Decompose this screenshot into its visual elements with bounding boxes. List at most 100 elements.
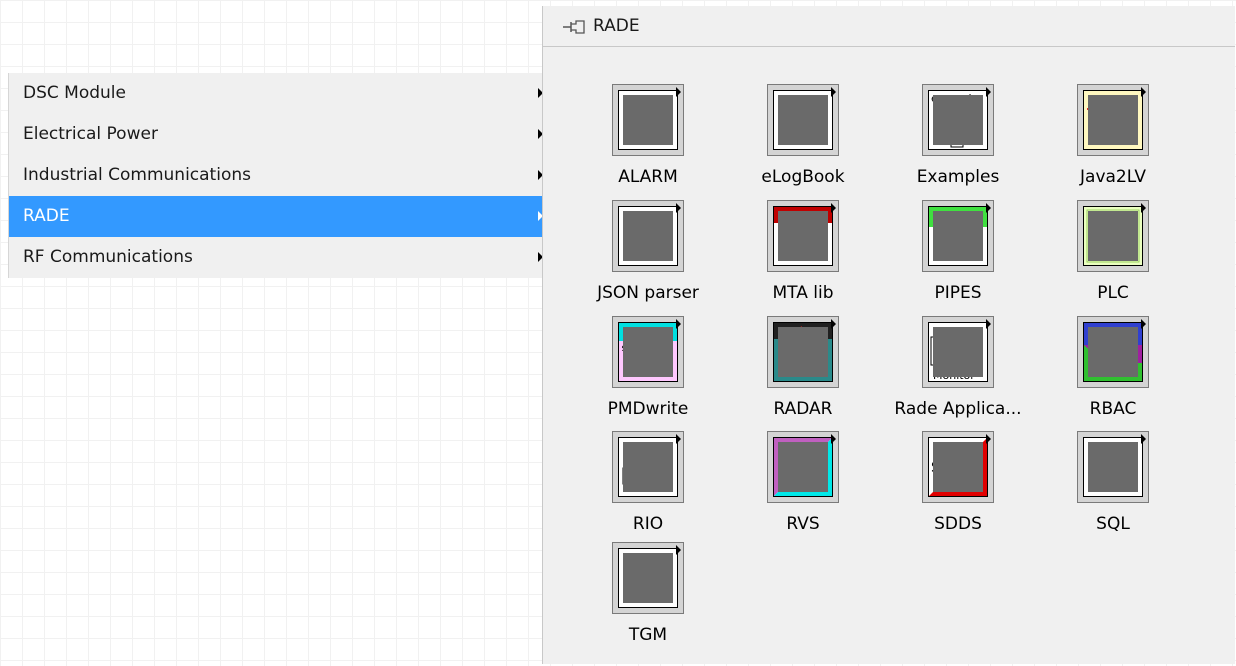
svg-text:RVS: RVS [786,458,814,474]
vi-icon-frame: TGM [612,542,684,614]
menu-item-label: Electrical Power [23,124,158,144]
palette-item-plc[interactable]: PLC PLC [1038,200,1188,316]
palette-title: RADE [593,16,640,36]
svg-text:example: example [931,92,979,105]
subpalette-arrow-icon [1141,434,1146,444]
svg-text:JSON: JSON [628,230,665,245]
vi-icon-frame: RIO [612,431,684,503]
subpalette-arrow-icon [831,87,836,97]
svg-text:RIO: RIO [633,442,658,458]
tgm-icon: TGM [618,548,678,608]
vi-icon-frame: RBAC [1077,316,1149,388]
svg-text:LIB: LIB [793,242,809,253]
vi-icon-frame: SDDS [922,431,994,503]
palette-item-label: TGM [628,625,668,645]
svg-text:eLOG: eLOG [780,96,815,111]
menu-item-electrical-power[interactable]: Electrical Power [9,114,543,155]
subpalette-arrow-icon [986,434,991,444]
palette-item-label: MTA lib [772,283,834,303]
palette-item-label: PMDwrite [607,399,689,419]
vi-icon-frame: SQL [1077,431,1149,503]
subpalette-arrow-icon [676,203,681,213]
mta-lib-icon: RADE MTA LIB [773,206,833,266]
radar-icon: Radar [773,322,833,382]
palette-item-rbac[interactable]: RBAC RBAC [1038,316,1188,432]
subpalette-arrow-icon [1141,203,1146,213]
svg-text:Alarm: Alarm [627,94,662,108]
palette-item-rvs[interactable]: RVS RVS [728,431,878,547]
palette-header: RADE [543,6,1235,47]
vi-icon-frame: PIPE [922,200,994,272]
palette-item-label: PIPES [934,283,982,303]
palette-item-json-parser[interactable]: JSON JSON parser [573,200,723,316]
subpalette-arrow-icon [986,203,991,213]
svg-text:RBAC: RBAC [1087,329,1114,340]
vi-icon-frame: RADE MTA LIB [767,200,839,272]
rade-monitor-icon: RADE Monitor [928,322,988,382]
palette-item-java2lv[interactable]: JAVA 01 10 Java2LV [1038,84,1188,200]
vi-icon-frame: JAVA 01 10 [1077,84,1149,156]
palette-item-rade-application[interactable]: RADE Monitor Rade Applica... [883,316,1033,432]
svg-text:10: 10 [1088,131,1101,144]
palette-item-examples[interactable]: example Examples [883,84,1033,200]
vi-icon-frame: PMD set strc [612,316,684,388]
json-icon: JSON [618,206,678,266]
rbac-icon: RBAC [1083,322,1143,382]
menu-item-label: RF Communications [23,247,193,267]
palette-item-sql[interactable]: SQL SQL [1038,431,1188,547]
palette-item-radar[interactable]: Radar RADAR [728,316,878,432]
rio-icon: RIO [618,437,678,497]
subpalette-arrow-icon [676,545,681,555]
context-menu: DSC Module Electrical Power Industrial C… [8,73,543,278]
svg-text:TGM: TGM [626,553,658,569]
svg-text:01: 01 [1088,119,1101,132]
palette-item-label: SQL [1096,514,1130,534]
svg-text:strc: strc [628,358,657,372]
svg-text:JAVA: JAVA [1087,95,1124,111]
subpalette-arrow-icon [676,87,681,97]
palette-item-mta-lib[interactable]: RADE MTA LIB MTA lib [728,200,878,316]
vi-icon-frame: example [922,84,994,156]
palette-item-label: JSON parser [597,283,699,303]
menu-item-label: DSC Module [23,83,126,103]
palette-item-label: Rade Applica... [894,399,1022,419]
palette-item-sdds[interactable]: SDDS SDDS [883,431,1033,547]
palette-item-rio[interactable]: RIO RIO [573,431,723,547]
palette-item-alarm[interactable]: Alarm ALARM [573,84,723,200]
palette-item-elogbook[interactable]: eLOG eLogBook [728,84,878,200]
svg-text:SDDS: SDDS [931,460,970,476]
palette-item-pipes[interactable]: PIPE PIPES [883,200,1033,316]
vi-icon-frame: Alarm [612,84,684,156]
svg-text:PLC: PLC [1098,230,1122,245]
elogbook-icon: eLOG [773,90,833,150]
palette-item-label: ALARM [618,167,678,187]
subpalette-arrow-icon [676,319,681,329]
svg-text:PIPE: PIPE [937,211,967,227]
palette-item-label: RADAR [773,399,833,419]
alarm-icon: Alarm [618,90,678,150]
menu-item-label: Industrial Communications [23,165,251,185]
subpalette-arrow-icon [1141,319,1146,329]
svg-text:PMD: PMD [631,326,662,342]
palette-item-pmdwrite[interactable]: PMD set strc PMDwrite [573,316,723,432]
svg-text:SQL: SQL [1096,443,1122,458]
svg-text:Radar: Radar [780,325,815,339]
subpalette-arrow-icon [831,203,836,213]
pin-icon[interactable] [563,19,585,35]
sql-icon: SQL [1083,437,1143,497]
vi-icon-frame: Radar [767,316,839,388]
pmd-icon: PMD set strc [618,322,678,382]
palette-item-label: Examples [916,167,1000,187]
examples-icon: example [928,90,988,150]
vi-icon-frame: eLOG [767,84,839,156]
subpalette-arrow-icon [831,434,836,444]
menu-item-rade[interactable]: RADE [9,196,543,237]
palette-item-tgm[interactable]: TGM TGM [573,542,723,658]
vi-icon-frame: PLC [1077,200,1149,272]
rade-palette: RADE Alarm ALARM eLOG eLogBook example E… [542,6,1235,664]
menu-item-industrial-communications[interactable]: Industrial Communications [9,155,543,196]
subpalette-arrow-icon [986,87,991,97]
menu-item-rf-communications[interactable]: RF Communications [9,237,543,278]
menu-item-dsc-module[interactable]: DSC Module [9,73,543,114]
palette-item-label: eLogBook [761,167,845,187]
